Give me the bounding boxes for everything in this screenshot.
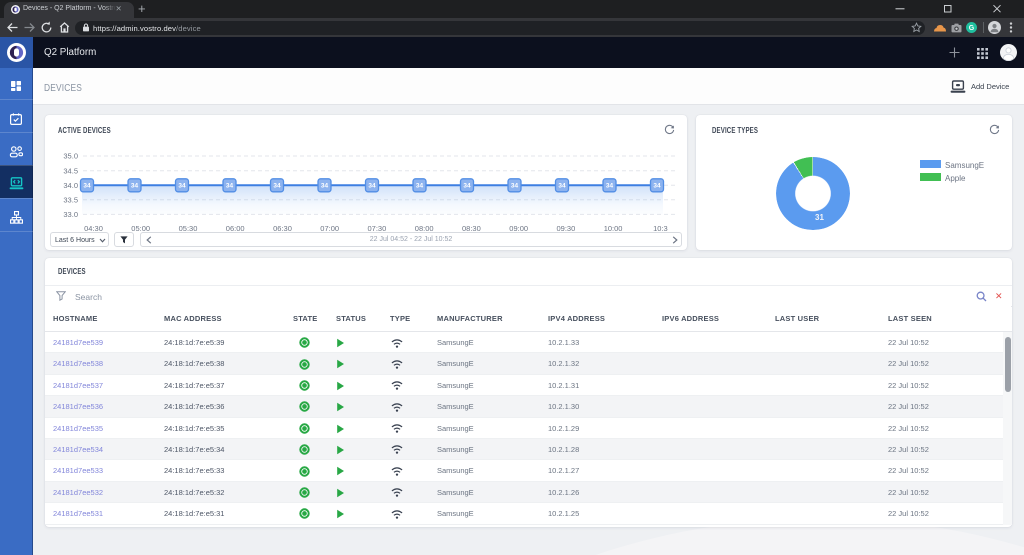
svg-text:34: 34 xyxy=(653,183,661,190)
svg-text:34: 34 xyxy=(463,183,471,190)
svg-text:34: 34 xyxy=(83,183,91,190)
svg-text:34: 34 xyxy=(226,183,234,190)
svg-text:34: 34 xyxy=(321,183,329,190)
svg-text:34: 34 xyxy=(273,183,281,190)
svg-text:34: 34 xyxy=(131,183,139,190)
svg-text:G: G xyxy=(968,25,974,32)
svg-text:34: 34 xyxy=(368,183,376,190)
svg-text:34.0: 34.0 xyxy=(63,181,78,190)
svg-text:34.5: 34.5 xyxy=(63,166,78,175)
svg-text:34: 34 xyxy=(416,183,424,190)
svg-text:34: 34 xyxy=(178,183,186,190)
svg-text:33.5: 33.5 xyxy=(63,195,78,204)
svg-text:34: 34 xyxy=(606,183,614,190)
svg-text:34: 34 xyxy=(558,183,566,190)
svg-text:33.0: 33.0 xyxy=(63,210,78,219)
svg-text:34: 34 xyxy=(511,183,519,190)
svg-text:35.0: 35.0 xyxy=(63,152,78,161)
